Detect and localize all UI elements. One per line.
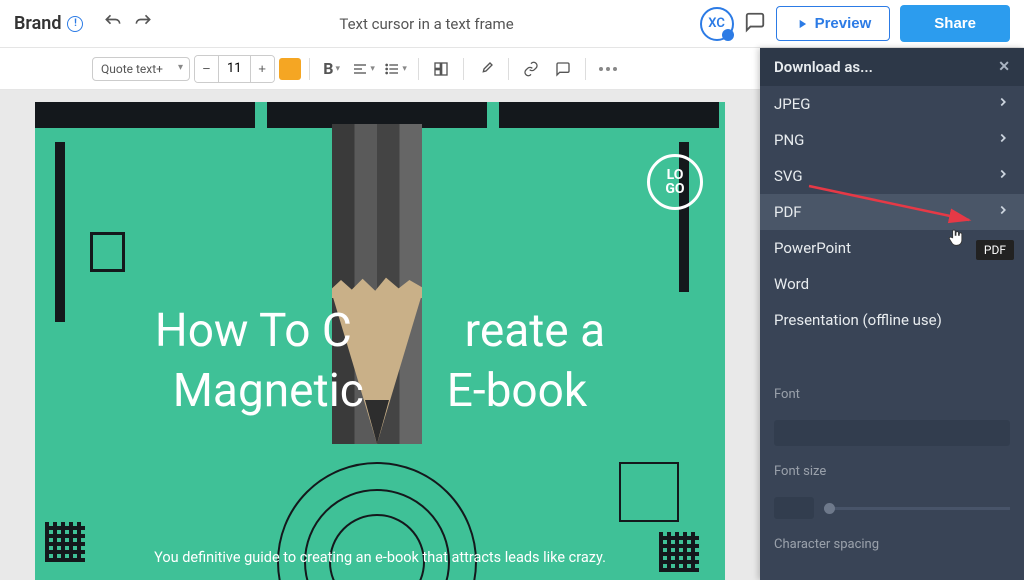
chevron-right-icon [996,95,1010,113]
text-style-select[interactable]: Quote text+ [92,57,190,81]
logo-top: LO [667,168,684,182]
layout-icon[interactable] [427,61,455,77]
undo-icon[interactable] [103,12,123,36]
text-style-value: Quote text+ [101,62,163,76]
preview-label: Preview [815,15,872,32]
download-option-label: SVG [774,167,803,185]
download-panel: Download as... ✕ JPEG PNG SVG PDF PowerPoint… [760,48,1024,580]
download-header: Download as... ✕ [760,48,1024,86]
font-size-value: 11 [219,61,250,76]
slide-title[interactable]: How To C reate a Magnetic E-book [35,302,725,422]
separator [418,58,419,80]
header-right-group: XC Preview Share [700,5,1010,42]
align-dropdown[interactable] [350,61,378,77]
download-option-label: Word [774,275,809,293]
panel-bg-fontsize-slider [760,488,1024,528]
list-dropdown[interactable] [382,61,410,77]
preview-button[interactable]: Preview [776,6,891,41]
download-option-jpeg[interactable]: JPEG [760,86,1024,122]
download-option-label: PowerPoint [774,239,851,257]
link-icon[interactable] [517,61,545,77]
logo-badge: LO GO [647,154,703,210]
download-option-svg[interactable]: SVG [760,158,1024,194]
share-label: Share [934,15,976,32]
separator [309,58,310,80]
app-header: Brand ! Text cursor in a text frame XC P… [0,0,1024,48]
download-option-label: Presentation (offline use) [774,311,942,329]
play-icon [795,17,809,31]
paint-icon[interactable] [472,61,500,77]
chevron-right-icon [996,167,1010,185]
font-size-stepper[interactable]: − 11 + [194,55,275,83]
download-option-word[interactable]: Word [760,266,1024,302]
share-button[interactable]: Share [900,5,1010,42]
slide[interactable]: LO GO How To C reate a Magnetic E-book Y… [35,102,725,580]
document-title[interactable]: Text cursor in a text frame [163,15,689,33]
font-size-increase[interactable]: + [250,56,274,82]
chevron-right-icon [996,131,1010,149]
redo-icon[interactable] [133,12,153,36]
chevron-right-icon [996,203,1010,221]
panel-bg-charspacing-label: Character spacing [760,528,1024,561]
pdf-tooltip: PDF [976,240,1014,260]
download-option-label: JPEG [774,95,810,113]
panel-bg-fontsize-label: Font size [760,455,1024,488]
panel-bg-font-label: Font [760,378,1024,411]
close-icon[interactable]: ✕ [998,59,1010,75]
download-option-pdf[interactable]: PDF [760,194,1024,230]
comment-icon[interactable] [744,11,766,37]
comment-tool-icon[interactable] [549,61,577,77]
canvas-scroll[interactable]: LO GO How To C reate a Magnetic E-book Y… [0,90,760,580]
logo-bottom: GO [665,182,684,196]
avatar-initials: XC [708,16,725,31]
align-icon [352,61,368,77]
info-icon[interactable]: ! [67,16,83,32]
cursor-pointer-icon [946,226,966,253]
brand-text: Brand [14,13,61,34]
undo-redo-group [103,12,153,36]
list-icon [384,61,400,77]
brand-label[interactable]: Brand ! [14,13,83,34]
bold-dropdown[interactable]: B [318,59,346,78]
separator [585,58,586,80]
text-color-swatch[interactable] [279,58,301,80]
more-icon[interactable] [594,67,622,71]
separator [508,58,509,80]
separator [463,58,464,80]
download-option-presentation-offline-use-[interactable]: Presentation (offline use) [760,302,1024,338]
download-option-png[interactable]: PNG [760,122,1024,158]
download-option-label: PDF [774,203,802,221]
download-header-label: Download as... [774,58,873,76]
font-size-decrease[interactable]: − [195,56,219,82]
panel-bg-font-field [760,411,1024,455]
download-option-label: PNG [774,131,804,149]
avatar[interactable]: XC [700,7,734,41]
slide-subtitle[interactable]: You definitive guide to creating an e-bo… [35,549,725,566]
